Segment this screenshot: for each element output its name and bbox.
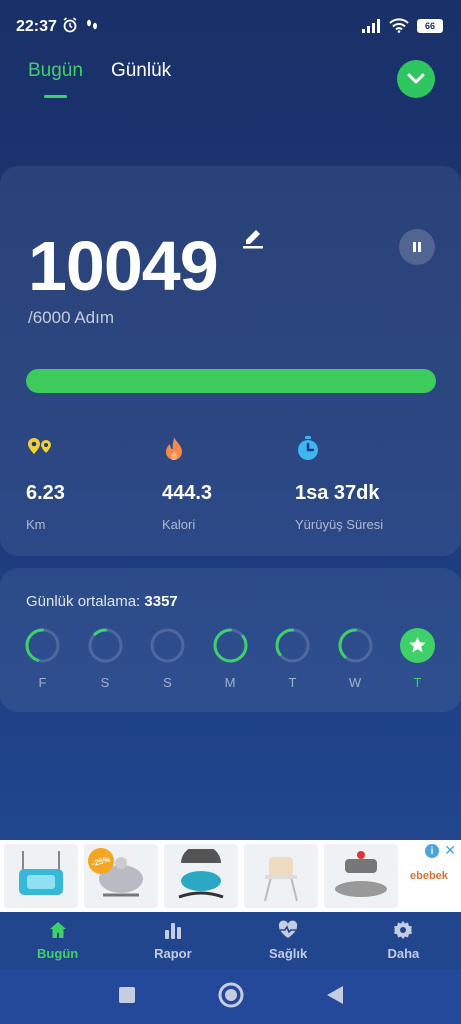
day-progress-ring <box>213 628 247 663</box>
home-icon <box>49 922 66 938</box>
day-2[interactable]: S <box>150 628 185 690</box>
nav-today[interactable]: Bugün <box>0 914 115 970</box>
day-progress-ring <box>275 628 310 663</box>
day-progress-ring <box>338 628 372 663</box>
step-progress-bar <box>26 369 436 393</box>
chevron-down-icon <box>407 73 425 84</box>
stat-distance: 6.23 Km <box>26 436 65 532</box>
day-3[interactable]: M <box>213 628 248 690</box>
nav-today-label: Bugün <box>37 946 79 961</box>
day-label: S <box>100 675 110 690</box>
battery-indicator: 66 <box>417 18 443 33</box>
daily-average: Günlük ortalama: 3357 <box>26 593 178 610</box>
day-4[interactable]: T <box>275 628 310 690</box>
day-progress-ring <box>25 628 60 663</box>
day-label: W <box>348 675 362 690</box>
wifi-icon <box>389 18 409 33</box>
walking-time-value: 1sa 37dk <box>295 482 380 504</box>
pause-icon <box>413 242 421 252</box>
distance-icon <box>26 436 65 462</box>
gear-icon <box>393 921 414 939</box>
nav-more[interactable]: Daha <box>346 914 461 970</box>
ad-product-bouncer[interactable]: -25% <box>84 844 158 908</box>
ad-product-swing[interactable] <box>4 844 78 908</box>
nav-report[interactable]: Rapor <box>115 914 230 970</box>
stat-walking-time: 1sa 37dk Yürüyüş Süresi <box>295 436 383 532</box>
day-label: M <box>224 675 236 690</box>
footsteps-icon <box>87 19 97 30</box>
step-count: 10049 <box>28 227 219 305</box>
weekly-card: Günlük ortalama: 3357 F S S M T W T <box>0 568 461 712</box>
heart-pulse-icon <box>278 920 298 938</box>
tab-today[interactable]: Bugün <box>28 60 83 98</box>
top-tabs: Bugün Günlük <box>28 60 171 98</box>
day-5[interactable]: W <box>338 628 373 690</box>
dropdown-button[interactable] <box>397 60 435 98</box>
calorie-value: 444.3 <box>162 482 213 504</box>
pause-button[interactable] <box>399 229 435 265</box>
day-progress-ring <box>88 628 122 663</box>
ad-product-walker[interactable] <box>324 844 398 908</box>
bottom-nav: Bugün Rapor Sağlık Daha <box>0 914 461 970</box>
nav-report-label: Rapor <box>154 946 192 961</box>
back-button[interactable] <box>326 985 344 1010</box>
bar-chart-icon <box>164 923 181 939</box>
step-goal: /6000 Adım <box>28 308 115 327</box>
status-bar: 22:37 66 <box>0 0 461 52</box>
ad-brand-logo[interactable]: ebebek <box>410 870 448 882</box>
day-0[interactable]: F <box>25 628 60 690</box>
ad-close-icon[interactable]: ✕ <box>444 842 456 859</box>
day-label: F <box>38 675 47 690</box>
stat-calories: 444.3 Kalori <box>162 436 212 532</box>
day-label: S <box>163 675 172 690</box>
ad-product-high-chair[interactable] <box>244 844 318 908</box>
distance-label: Km <box>26 517 46 532</box>
stopwatch-icon <box>295 436 383 462</box>
recents-button[interactable] <box>118 986 136 1009</box>
day-1[interactable]: S <box>88 628 123 690</box>
ad-info-icon[interactable]: i <box>425 844 439 858</box>
signal-icon <box>362 18 380 33</box>
day-label: T <box>288 675 297 690</box>
steps-card: 10049 /6000 Adım 6.23 Km 444.3 Kalori 1s… <box>0 166 461 556</box>
edit-icon[interactable] <box>240 224 266 255</box>
day-label: T <box>413 675 422 690</box>
step-progress-fill <box>26 369 436 393</box>
walking-time-label: Yürüyüş Süresi <box>295 517 384 532</box>
day-progress-ring <box>150 628 185 663</box>
status-time: 22:37 <box>16 18 57 35</box>
ad-product-rocker[interactable] <box>164 844 238 908</box>
distance-value: 6.23 <box>26 482 65 504</box>
flame-icon <box>162 436 212 462</box>
tab-daily[interactable]: Günlük <box>111 60 171 98</box>
home-button[interactable] <box>218 982 244 1013</box>
ad-banner[interactable]: -25% ebebek i ✕ <box>0 840 461 912</box>
day-6[interactable]: T <box>400 628 435 690</box>
system-nav-bar <box>0 970 461 1024</box>
nav-health-label: Sağlık <box>268 946 308 961</box>
calorie-label: Kalori <box>162 517 196 532</box>
nav-health[interactable]: Sağlık <box>231 914 346 970</box>
alarm-icon <box>63 17 77 33</box>
daily-average-label: Günlük ortalama: <box>26 593 141 610</box>
star-icon <box>400 628 435 663</box>
week-days: FSSMTWT <box>25 628 435 690</box>
daily-average-value: 3357 <box>144 593 178 610</box>
nav-more-label: Daha <box>387 946 420 961</box>
